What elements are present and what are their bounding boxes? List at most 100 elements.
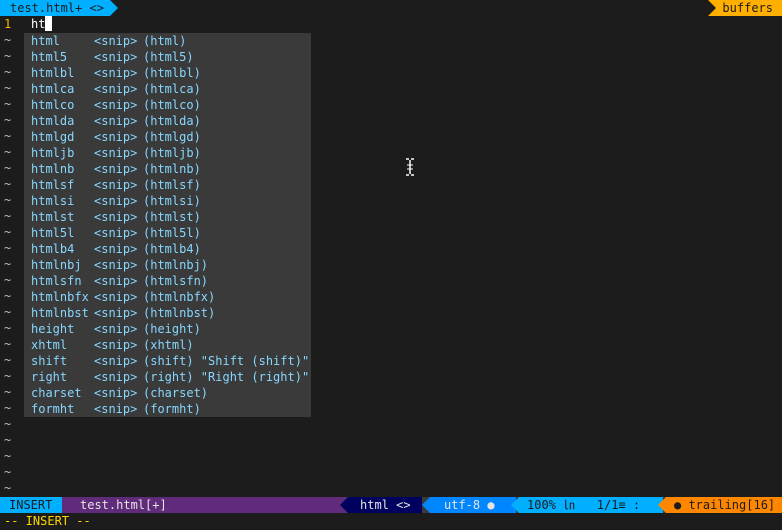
completion-word: htmlb4 — [31, 242, 75, 256]
completion-word: htmlco — [31, 98, 75, 112]
completion-menu: (htmlnbfx) — [143, 290, 216, 304]
empty-line-tilde: ~ — [4, 193, 12, 207]
completion-item[interactable]: shift <snip> (shift) "Shift (shift)" — [31, 353, 309, 369]
tab-test-html[interactable]: test.html+ <> — [0, 0, 118, 16]
completion-menu: (html5l) — [143, 226, 201, 240]
completion-word: formht — [31, 402, 75, 416]
completion-item[interactable]: htmlgd <snip> (htmlgd) — [31, 129, 201, 145]
completion-item[interactable]: htmlnbj <snip> (htmlnbj) — [31, 257, 208, 273]
completion-item[interactable]: htmlsfn <snip> (htmlsfn) — [31, 273, 208, 289]
completion-kind: <snip> — [94, 98, 138, 112]
completion-item[interactable]: height <snip> (height) — [31, 321, 201, 337]
status-filename: test.html[+] — [62, 497, 348, 513]
completion-word: htmlnbfx — [31, 290, 89, 304]
apple-icon: ● — [487, 498, 495, 512]
completion-kind: <snip> — [94, 306, 138, 320]
completion-item[interactable]: htmlnbfx <snip> (htmlnbfx) — [31, 289, 215, 305]
completion-kind: <snip> — [94, 322, 138, 336]
completion-menu: (height) — [143, 322, 201, 336]
completion-kind: <snip> — [94, 114, 138, 128]
completion-word: htmlsfn — [31, 274, 82, 288]
status-encoding: utf-8 ● — [422, 497, 516, 513]
completion-word: shift — [31, 354, 68, 368]
vim-window: test.html+ <> buffers 1 ht ~ ~ ~ ~ ~ ~ ~ ~ ~ ~ ~ ~ ~… — [0, 0, 782, 530]
completion-item[interactable]: htmlnb <snip> (htmlnb) — [31, 161, 201, 177]
completion-item[interactable]: htmlsf <snip> (htmlsf) — [31, 177, 201, 193]
completion-word: htmlgd — [31, 130, 75, 144]
completion-item[interactable]: charset <snip> (charset) — [31, 385, 208, 401]
completion-kind: <snip> — [94, 274, 138, 288]
tabline: test.html+ <> buffers — [0, 0, 782, 16]
completion-kind: <snip> — [94, 402, 138, 416]
mode-indicator: INSERT — [0, 497, 70, 513]
statusline: INSERT test.html[+] html <> utf-8 ● 100%… — [0, 497, 782, 513]
completion-menu: (htmlca) — [143, 82, 201, 96]
completion-item[interactable]: html5 <snip> (html5) — [31, 49, 194, 65]
encoding-label: utf-8 — [444, 498, 481, 512]
empty-line-tilde: ~ — [4, 289, 12, 303]
completion-menu: (htmlnbj) — [143, 258, 209, 272]
completion-item[interactable]: htmlnbst <snip> (htmlnbst) — [31, 305, 215, 321]
completion-menu: (htmlb4) — [143, 242, 201, 256]
completion-menu: (htmljb) — [143, 146, 201, 160]
completion-kind: <snip> — [94, 130, 138, 144]
completion-kind: <snip> — [94, 242, 138, 256]
status-filetype: html <> — [340, 497, 422, 513]
completion-item[interactable]: htmljb <snip> (htmljb) — [31, 145, 201, 161]
completion-item[interactable]: htmlda <snip> (htmlda) — [31, 113, 201, 129]
completion-menu: (right) "Right (right)" — [143, 370, 310, 384]
status-position: 100% ㏑ 1/1≡ : 3 — [511, 497, 669, 513]
completion-item[interactable]: xhtml <snip> (xhtml) — [31, 337, 194, 353]
completion-menu: (htmlsi) — [143, 194, 201, 208]
completion-item[interactable]: html <snip> (html) — [31, 33, 186, 49]
completion-menu: (formht) — [143, 402, 201, 416]
completion-word: htmlsi — [31, 194, 75, 208]
completion-word: htmlnb — [31, 162, 75, 176]
empty-line-tilde: ~ — [4, 33, 12, 47]
completion-popup[interactable]: html <snip> (html) html5 <snip> (html5) htmlbl… — [24, 33, 311, 417]
empty-line-tilde: ~ — [4, 273, 12, 287]
empty-line-tilde: ~ — [4, 369, 12, 383]
empty-line-tilde: ~ — [4, 49, 12, 63]
completion-kind: <snip> — [94, 146, 138, 160]
buffers-indicator[interactable]: buffers — [708, 0, 782, 16]
empty-line-tilde: ~ — [4, 481, 12, 495]
completion-menu: (htmlst) — [143, 210, 201, 224]
empty-line-tilde: ~ — [4, 113, 12, 127]
mouse-ibeam-icon — [406, 158, 414, 176]
completion-item[interactable]: htmlca <snip> (htmlca) — [31, 81, 201, 97]
empty-line-tilde: ~ — [4, 145, 12, 159]
empty-line-tilde: ~ — [4, 257, 12, 271]
completion-item[interactable]: right <snip> (right) "Right (right)" — [31, 369, 309, 385]
empty-line-tilde: ~ — [4, 129, 12, 143]
completion-word: charset — [31, 386, 82, 400]
typed-text: ht — [31, 17, 46, 31]
completion-kind: <snip> — [94, 194, 138, 208]
trailing-whitespace-warning: ● trailing[16] — [658, 497, 782, 513]
completion-menu: (htmlnb) — [143, 162, 201, 176]
completion-item[interactable]: formht <snip> (formht) — [31, 401, 201, 417]
completion-kind: <snip> — [94, 338, 138, 352]
empty-line-tilde: ~ — [4, 209, 12, 223]
completion-kind: <snip> — [94, 162, 138, 176]
completion-menu: (htmlco) — [143, 98, 201, 112]
empty-line-tilde: ~ — [4, 321, 12, 335]
empty-line-tilde: ~ — [4, 97, 12, 111]
completion-item[interactable]: htmlbl <snip> (htmlbl) — [31, 65, 201, 81]
completion-item[interactable]: htmlsi <snip> (htmlsi) — [31, 193, 201, 209]
completion-kind: <snip> — [94, 210, 138, 224]
completion-item[interactable]: htmlco <snip> (htmlco) — [31, 97, 201, 113]
line-number: 1 — [4, 17, 12, 31]
completion-menu: (html5) — [143, 50, 194, 64]
completion-kind: <snip> — [94, 386, 138, 400]
completion-item[interactable]: htmlb4 <snip> (htmlb4) — [31, 241, 201, 257]
completion-word: htmlda — [31, 114, 75, 128]
empty-line-tilde: ~ — [4, 433, 12, 447]
completion-menu: (htmlsf) — [143, 178, 201, 192]
completion-item[interactable]: html5l <snip> (html5l) — [31, 225, 201, 241]
empty-line-tilde: ~ — [4, 305, 12, 319]
editor-line-1[interactable]: ht — [31, 16, 53, 32]
completion-word: htmlsf — [31, 178, 75, 192]
completion-item[interactable]: htmlst <snip> (htmlst) — [31, 209, 201, 225]
empty-line-tilde: ~ — [4, 449, 12, 463]
